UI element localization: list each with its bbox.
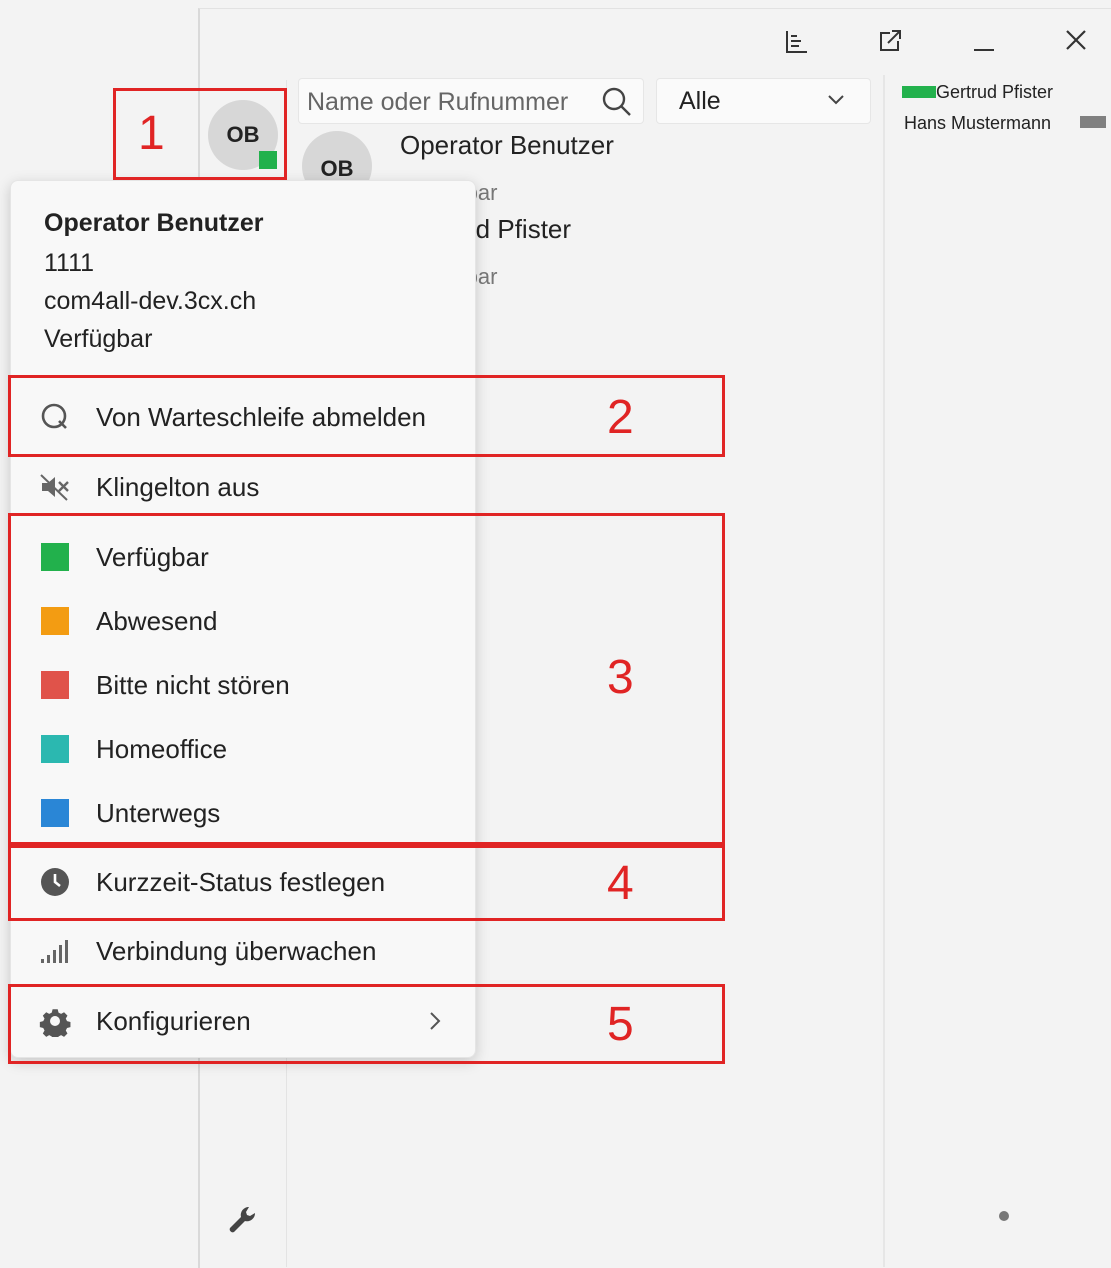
menu-extension: 1111 [44,249,95,277]
presence-name[interactable]: Hans Mustermann [904,113,1051,134]
annotation-number-2: 2 [607,391,634,444]
menu-domain: com4all-dev.3cx.ch [44,287,257,315]
monitor-connection-label: Verbindung überwachen [96,935,377,966]
menu-user-name: Operator Benutzer [44,209,264,237]
chart-icon[interactable] [778,28,814,60]
search-box[interactable] [298,78,644,124]
menu-status: Verfügbar [44,325,153,353]
presence-swatch [902,86,936,98]
presence-name[interactable]: Gertrud Pfister [936,82,1053,103]
annotation-number-1: 1 [138,107,165,160]
ringtone-off-item[interactable]: Klingelton aus [11,457,475,517]
popout-icon[interactable] [872,27,908,59]
presence-swatch [1080,116,1106,128]
chevron-down-icon [826,85,846,121]
annotation-number-4: 4 [607,857,634,910]
mute-icon [39,471,71,503]
close-icon[interactable] [1058,26,1094,58]
contact-name[interactable]: Operator Benutzer [400,130,614,161]
ringtone-off-label: Klingelton aus [96,471,260,502]
minimize-icon[interactable] [966,28,1002,60]
wrench-icon[interactable] [225,1203,261,1244]
search-input[interactable] [305,85,599,119]
dot-indicator [999,1211,1009,1221]
annotation-number-3: 3 [607,651,634,704]
signal-icon [39,935,71,967]
contact-avatar-initials: OB [320,156,354,181]
monitor-connection-item[interactable]: Verbindung überwachen [11,921,475,981]
presence-pane [883,75,1111,1267]
search-icon[interactable] [601,86,633,123]
filter-value: Alle [679,87,721,115]
filter-dropdown[interactable]: Alle [656,78,871,124]
annotation-number-5: 5 [607,998,634,1051]
